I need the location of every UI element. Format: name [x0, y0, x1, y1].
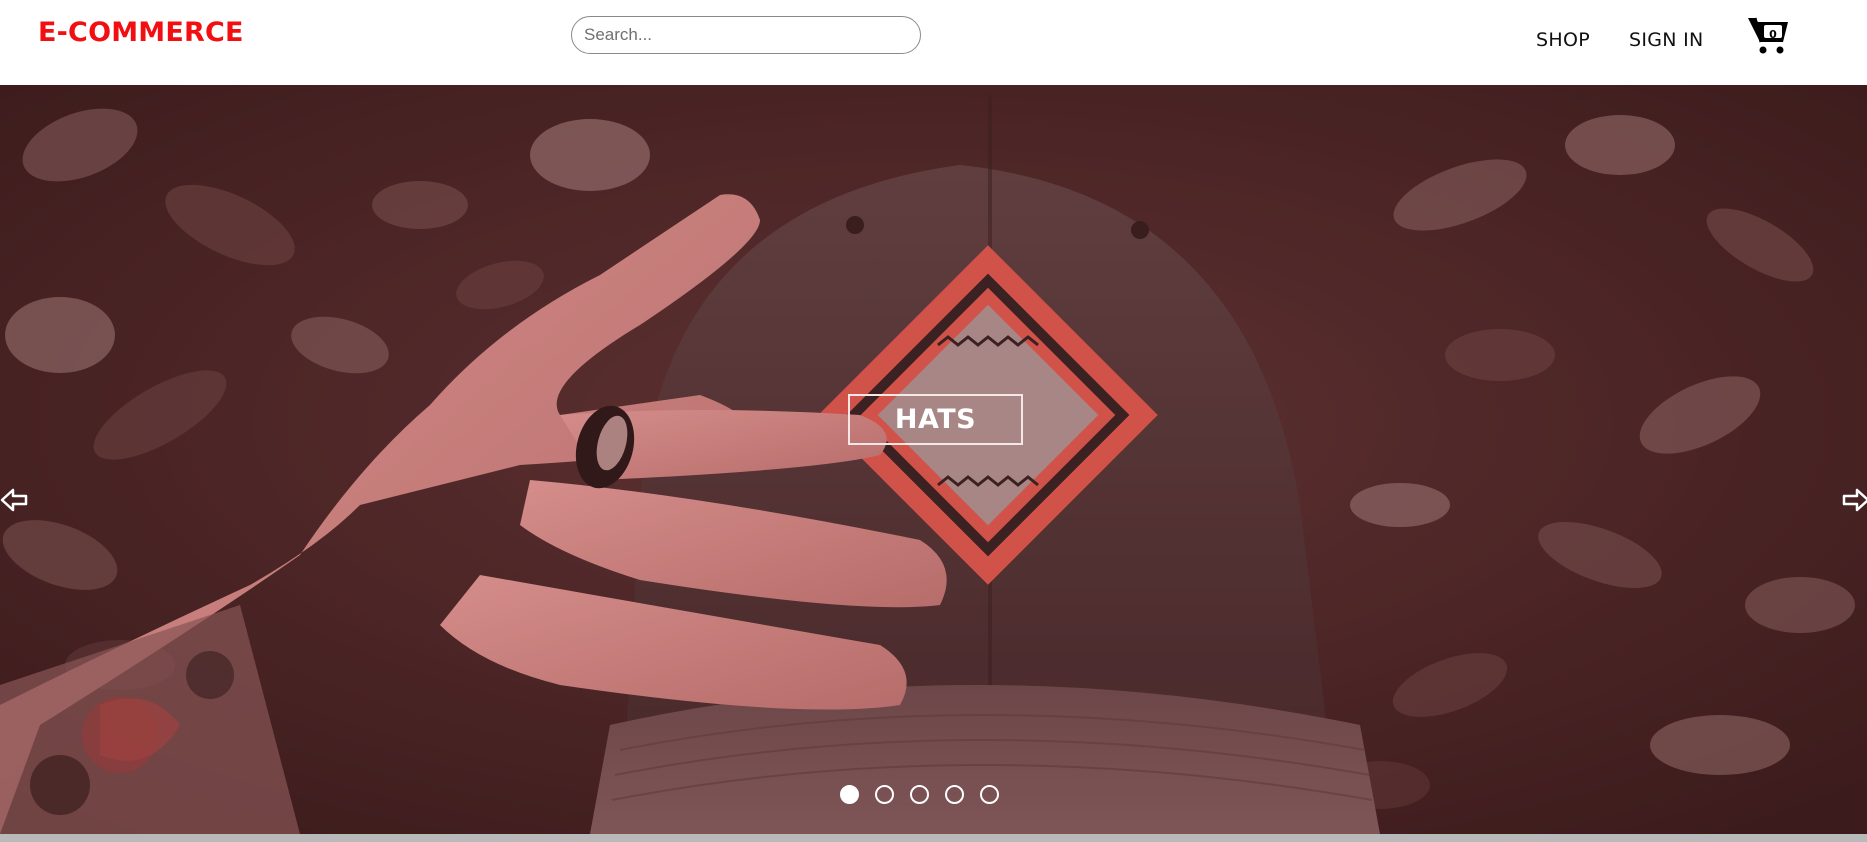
carousel-next-button[interactable]: [1840, 485, 1867, 515]
carousel-dot-3[interactable]: [910, 785, 929, 804]
site-logo[interactable]: E-COMMERCE: [38, 17, 244, 48]
search-input[interactable]: [571, 16, 921, 54]
arrow-right-icon: [1842, 488, 1867, 512]
carousel-dot-5[interactable]: [980, 785, 999, 804]
carousel-dot-1[interactable]: [840, 785, 859, 804]
hero-background-image: [0, 85, 1867, 834]
cart-button[interactable]: 0: [1746, 12, 1792, 58]
carousel-dot-4[interactable]: [945, 785, 964, 804]
carousel-indicators: [840, 785, 999, 804]
carousel-prev-button[interactable]: [0, 485, 30, 515]
nav-shop-link[interactable]: SHOP: [1536, 29, 1590, 51]
hero-category-button[interactable]: HATS: [848, 394, 1023, 445]
arrow-left-icon: [0, 488, 28, 512]
site-header: E-COMMERCE SHOP SIGN IN 0: [0, 0, 1867, 85]
cart-count-badge: 0: [1769, 28, 1777, 41]
nav-sign-in-link[interactable]: SIGN IN: [1629, 29, 1704, 51]
hero-carousel: [0, 85, 1867, 834]
carousel-dot-2[interactable]: [875, 785, 894, 804]
page-bottom-divider: [0, 834, 1867, 842]
